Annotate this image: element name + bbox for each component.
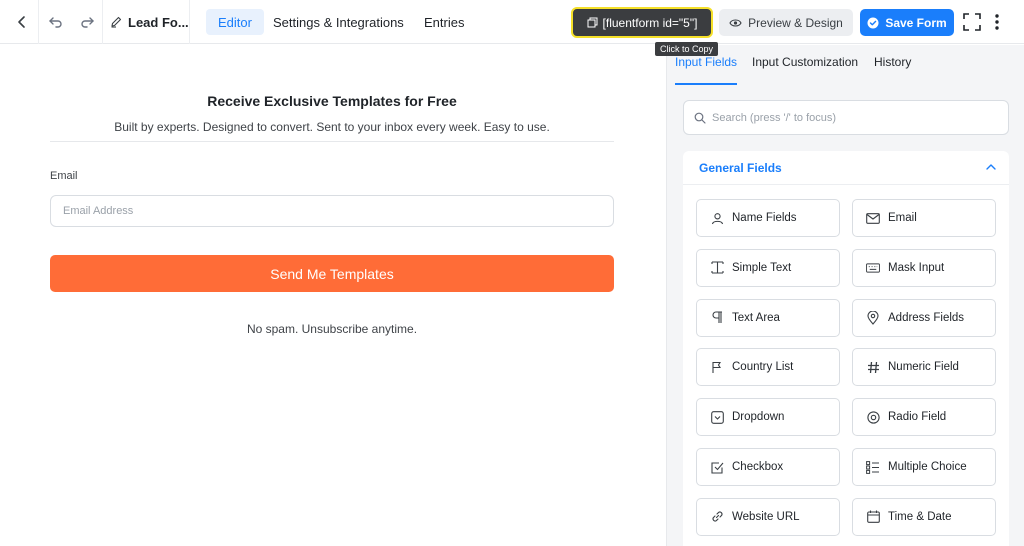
tab-input-customization[interactable]: Input Customization (752, 55, 858, 69)
check-circle-icon (867, 17, 879, 29)
field-button-label: Multiple Choice (888, 461, 967, 473)
submit-label: Send Me Templates (270, 265, 394, 282)
form-heading: Receive Exclusive Templates for Free (207, 93, 457, 109)
calendar-icon (866, 510, 880, 524)
envelope-icon (866, 211, 880, 225)
field-button-dropdown[interactable]: Dropdown (696, 398, 840, 437)
form-divider (50, 141, 614, 142)
undo-icon[interactable] (44, 0, 66, 44)
field-button-label: Dropdown (732, 411, 785, 424)
dropdown-icon (710, 410, 724, 424)
send-me-templates-button[interactable]: Send Me Templates (50, 255, 614, 292)
search-icon (694, 112, 706, 124)
field-button-label: Email (888, 212, 917, 224)
link-icon (710, 510, 724, 524)
eye-icon (729, 18, 742, 28)
form-title[interactable]: Lead Fo... (110, 0, 189, 44)
field-button-mask-input[interactable]: Mask Input (852, 248, 996, 287)
form-subheading: Built by experts. Designed to convert. S… (114, 120, 550, 134)
active-tab-indicator (675, 83, 737, 85)
user-icon (710, 211, 724, 225)
hash-icon (866, 360, 880, 374)
tab-entries[interactable]: Entries (412, 9, 476, 35)
top-bar: Lead Fo... Editor Settings & Integration… (0, 0, 1024, 44)
preview-label: Preview & Design (748, 15, 843, 30)
field-button-label: Address Fields (888, 311, 965, 324)
field-button-address-fields[interactable]: Address Fields (852, 298, 996, 337)
field-button-label: Website URL (732, 510, 800, 523)
save-form-button[interactable]: Save Form (860, 9, 954, 36)
checkbox-icon (710, 460, 724, 474)
field-button-name-fields[interactable]: Name Fields (696, 199, 840, 237)
tab-input-fields[interactable]: Input Fields (675, 55, 737, 69)
field-button-numeric-field[interactable]: Numeric Field (852, 348, 996, 387)
form-canvas: Receive Exclusive Templates for Free Bui… (0, 45, 666, 546)
field-button-label: Country List (732, 361, 794, 374)
field-button-time-date[interactable]: Time & Date (852, 497, 996, 536)
divider (38, 0, 39, 44)
save-label: Save Form (885, 15, 947, 30)
field-button-label: Radio Field (888, 411, 947, 424)
shortcode-text: [fluentform id="5"] (602, 15, 698, 30)
form-footer-note: No spam. Unsubscribe anytime. (246, 322, 418, 336)
field-button-website-url[interactable]: Website URL (696, 497, 840, 536)
field-button-text-area[interactable]: Text Area (696, 298, 840, 337)
pencil-icon (110, 16, 122, 28)
field-button-country-list[interactable]: Country List (696, 348, 840, 387)
text-cursor-icon (710, 261, 724, 275)
preview-design-button[interactable]: Preview & Design (719, 9, 853, 36)
shortcode-copy-button[interactable]: [fluentform id="5"] (571, 7, 713, 38)
section-title: General Fields (699, 160, 782, 175)
panel-tabs: Input Fields Input Customization History (667, 45, 1024, 87)
email-label: Email (50, 170, 78, 182)
tab-editor[interactable]: Editor (206, 9, 264, 35)
copy-icon (587, 17, 598, 28)
form-title-text: Lead Fo... (128, 14, 189, 30)
email-input[interactable]: Email Address (50, 195, 614, 227)
list-icon (866, 460, 880, 474)
redo-icon[interactable] (76, 0, 98, 44)
field-button-multiple-choice[interactable]: Multiple Choice (852, 448, 996, 486)
field-button-label: Text Area (732, 311, 780, 324)
fields-panel: Input Fields Input Customization History… (666, 45, 1024, 546)
field-button-label: Checkbox (732, 461, 784, 473)
field-button-email[interactable]: Email (852, 199, 996, 237)
back-arrow-icon[interactable] (8, 0, 36, 44)
more-vertical-icon[interactable] (988, 0, 1006, 44)
fullscreen-icon[interactable] (961, 0, 983, 44)
paragraph-icon (710, 311, 724, 325)
field-button-label: Time & Date (888, 510, 952, 523)
field-search-input[interactable]: Search (press '/' to focus) (683, 100, 1009, 135)
search-placeholder: Search (press '/' to focus) (712, 111, 837, 124)
field-button-label: Numeric Field (888, 361, 959, 374)
flag-icon (710, 360, 724, 374)
field-button-radio-field[interactable]: Radio Field (852, 398, 996, 437)
map-pin-icon (866, 310, 880, 325)
email-placeholder: Email Address (63, 205, 134, 217)
general-fields-section: General Fields Name Fields Email Simple Te… (683, 151, 1009, 546)
divider (189, 0, 190, 44)
chevron-up-icon[interactable] (985, 161, 997, 176)
general-fields-header[interactable]: General Fields (683, 151, 1009, 185)
radio-icon (866, 410, 880, 424)
keyboard-icon (866, 261, 880, 275)
field-button-label: Simple Text (732, 261, 792, 274)
field-button-checkbox[interactable]: Checkbox (696, 448, 840, 486)
divider (102, 0, 103, 44)
tab-history[interactable]: History (874, 55, 911, 69)
copy-tooltip: Click to Copy (655, 42, 719, 56)
field-button-label: Mask Input (888, 261, 945, 274)
field-button-label: Name Fields (732, 212, 797, 224)
tab-settings-integrations[interactable]: Settings & Integrations (261, 9, 416, 35)
field-button-simple-text[interactable]: Simple Text (696, 248, 840, 287)
